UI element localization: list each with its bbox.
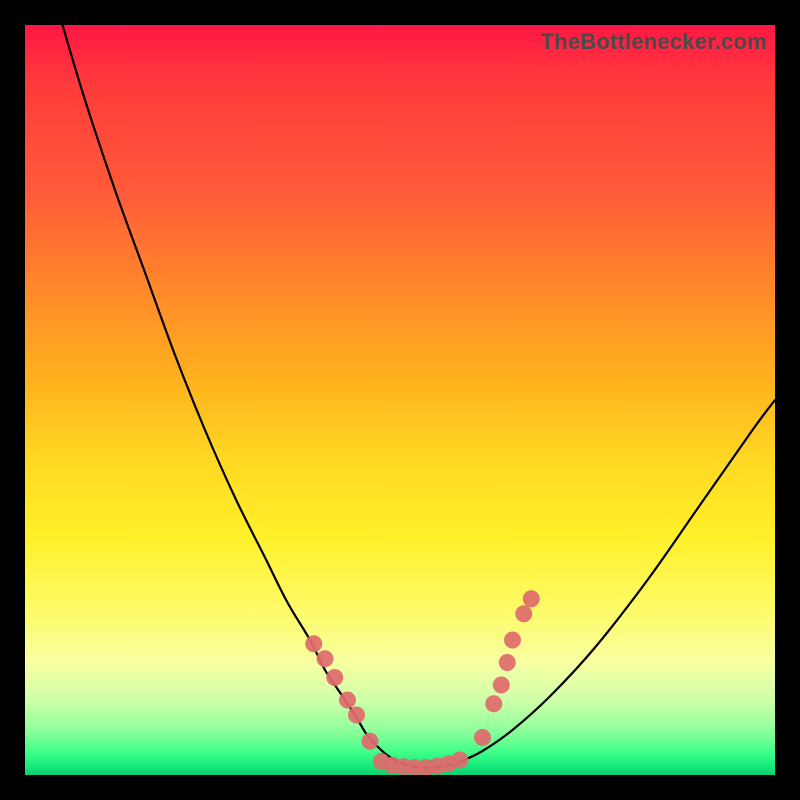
data-marker: [305, 635, 322, 652]
chart-frame: TheBottlenecker.com: [0, 0, 800, 800]
data-marker: [317, 650, 334, 667]
data-marker: [515, 605, 532, 622]
data-marker: [499, 654, 516, 671]
bottleneck-curve: [63, 25, 776, 768]
data-marker: [326, 669, 343, 686]
data-marker: [362, 733, 379, 750]
data-marker: [348, 707, 365, 724]
data-marker: [339, 692, 356, 709]
data-marker: [493, 677, 510, 694]
data-marker: [452, 752, 469, 769]
data-marker: [523, 590, 540, 607]
chart-svg: [25, 25, 775, 775]
data-marker: [474, 729, 491, 746]
data-marker: [485, 695, 502, 712]
data-marker: [504, 632, 521, 649]
plot-area: TheBottlenecker.com: [25, 25, 775, 775]
